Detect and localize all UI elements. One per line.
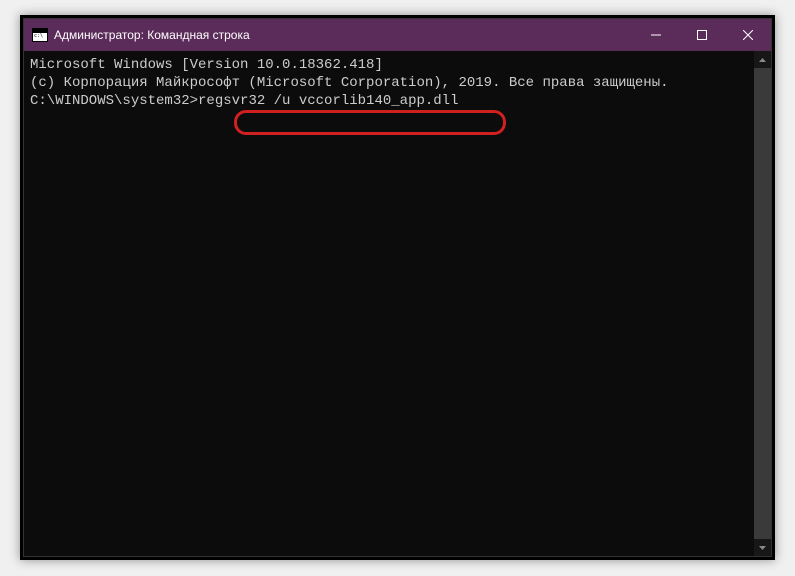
terminal-line: (c) Корпорация Майкрософт (Microsoft Cor… bbox=[30, 74, 748, 92]
cmd-icon bbox=[32, 28, 48, 42]
scroll-track[interactable] bbox=[754, 68, 771, 539]
terminal-body[interactable]: Microsoft Windows [Version 10.0.18362.41… bbox=[24, 51, 771, 556]
scroll-up-arrow[interactable] bbox=[754, 51, 771, 68]
command-input[interactable]: regsvr32 /u vccorlib140_app.dll bbox=[198, 93, 458, 109]
window-controls bbox=[633, 19, 771, 51]
scroll-down-arrow[interactable] bbox=[754, 539, 771, 556]
titlebar: Администратор: Командная строка bbox=[24, 19, 771, 51]
maximize-button[interactable] bbox=[679, 19, 725, 51]
prompt: C:\WINDOWS\system32> bbox=[30, 93, 198, 109]
command-prompt-window: Администратор: Командная строка Microsof… bbox=[23, 18, 772, 557]
terminal-content[interactable]: Microsoft Windows [Version 10.0.18362.41… bbox=[24, 51, 754, 556]
minimize-button[interactable] bbox=[633, 19, 679, 51]
window-title: Администратор: Командная строка bbox=[54, 28, 633, 42]
terminal-line: Microsoft Windows [Version 10.0.18362.41… bbox=[30, 56, 748, 74]
scrollbar[interactable] bbox=[754, 51, 771, 556]
scroll-thumb[interactable] bbox=[754, 68, 771, 539]
terminal-prompt-line: C:\WINDOWS\system32>regsvr32 /u vccorlib… bbox=[30, 92, 748, 110]
close-button[interactable] bbox=[725, 19, 771, 51]
